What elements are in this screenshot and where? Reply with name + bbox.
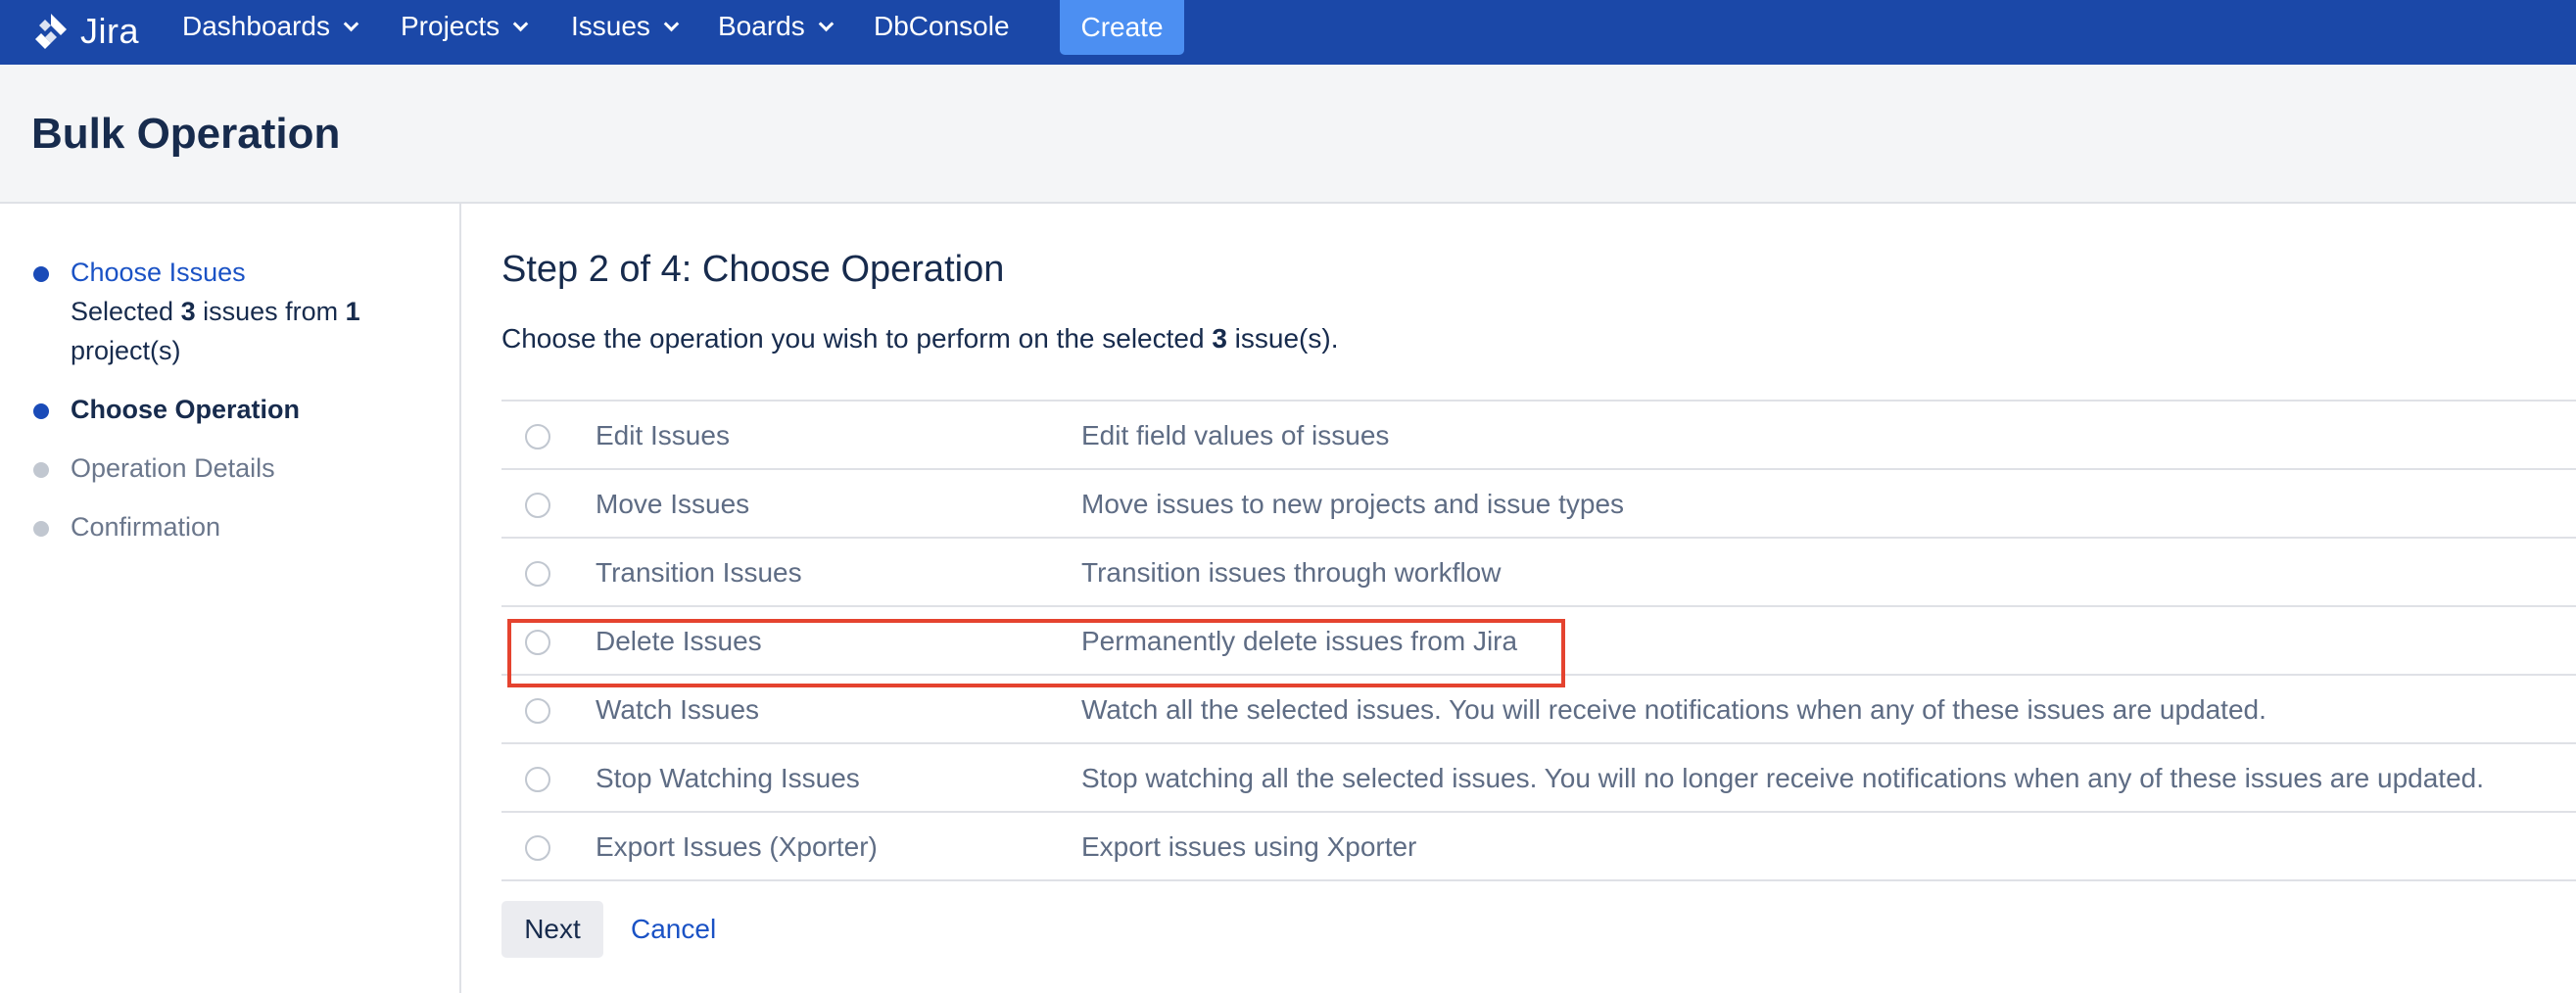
step-inactive-dot	[33, 462, 49, 478]
create-button[interactable]: Create	[1060, 0, 1184, 55]
step-title: Step 2 of 4: Choose Operation	[501, 249, 1005, 290]
chevron-down-icon	[512, 16, 529, 31]
operation-name[interactable]: Move Issues	[596, 489, 749, 520]
nav-issues[interactable]: Issues	[571, 0, 680, 53]
step-description: Choose the operation you wish to perform…	[501, 323, 1338, 355]
chevron-down-icon	[663, 16, 680, 31]
step-active-dot	[33, 266, 49, 282]
nav-dashboards-label: Dashboards	[182, 11, 330, 41]
operation-row-watch[interactable]: Watch Issues Watch all the selected issu…	[501, 676, 2576, 744]
wizard-steps: Choose Issues Selected 3 issues from 1 p…	[0, 204, 461, 993]
step-operation-details-label: Operation Details	[71, 453, 275, 483]
step-inactive-dot	[33, 521, 49, 537]
nav-boards-label: Boards	[718, 11, 805, 41]
nav-projects[interactable]: Projects	[401, 0, 529, 53]
operation-name[interactable]: Edit Issues	[596, 420, 730, 451]
step-choose-issues-summary: Selected 3 issues from 1 project(s)	[71, 292, 443, 370]
summary-issue-count: 3	[180, 297, 196, 326]
jira-logo-text: Jira	[80, 11, 140, 51]
nav-projects-label: Projects	[401, 11, 501, 41]
cancel-link[interactable]: Cancel	[631, 914, 716, 945]
operation-name[interactable]: Export Issues (Xporter)	[596, 831, 878, 863]
operations-table: Edit Issues Edit field values of issues …	[501, 400, 2576, 881]
jira-logo[interactable]: Jira	[31, 8, 139, 55]
summary-prefix: Selected	[71, 297, 181, 326]
nav-dbconsole-label: DbConsole	[874, 11, 1010, 41]
operation-description: Move issues to new projects and issue ty…	[1081, 489, 1625, 519]
operation-row-edit[interactable]: Edit Issues Edit field values of issues	[501, 402, 2576, 470]
operation-row-move[interactable]: Move Issues Move issues to new projects …	[501, 470, 2576, 539]
page-header: Bulk Operation	[0, 65, 2576, 204]
operation-description: Transition issues through workflow	[1081, 557, 1502, 588]
top-nav: Jira Dashboards Projects Issues Boards D…	[0, 0, 2576, 65]
operation-row-stop-watching[interactable]: Stop Watching Issues Stop watching all t…	[501, 744, 2576, 813]
desc-suffix: issue(s).	[1226, 323, 1339, 354]
operation-description: Stop watching all the selected issues. Y…	[1081, 763, 2484, 793]
operation-radio[interactable]	[525, 835, 550, 861]
operation-name[interactable]: Delete Issues	[596, 626, 762, 657]
desc-prefix: Choose the operation you wish to perform…	[501, 323, 1213, 354]
operation-description: Export issues using Xporter	[1081, 831, 1417, 862]
step-choose-issues-label[interactable]: Choose Issues	[71, 253, 246, 292]
operation-radio[interactable]	[525, 424, 550, 449]
operation-description: Edit field values of issues	[1081, 420, 1390, 450]
nav-dashboards[interactable]: Dashboards	[182, 0, 359, 53]
operation-radio[interactable]	[525, 561, 550, 587]
chevron-down-icon	[343, 16, 359, 31]
main-content: Step 2 of 4: Choose Operation Choose the…	[501, 204, 2576, 993]
jira-logo-icon	[35, 14, 67, 49]
operation-description: Permanently delete issues from Jira	[1081, 626, 1518, 656]
operation-name[interactable]: Transition Issues	[596, 557, 802, 589]
operation-row-delete[interactable]: Delete Issues Permanently delete issues …	[501, 607, 2576, 676]
operation-name[interactable]: Watch Issues	[596, 694, 759, 726]
nav-issues-label: Issues	[571, 11, 650, 41]
next-button[interactable]: Next	[501, 901, 603, 958]
step-choose-operation-label: Choose Operation	[71, 395, 301, 424]
operation-name[interactable]: Stop Watching Issues	[596, 763, 860, 794]
step-confirmation-label: Confirmation	[71, 512, 221, 542]
operation-radio[interactable]	[525, 630, 550, 655]
summary-suffix: project(s)	[71, 336, 181, 365]
summary-mid: issues from	[195, 297, 346, 326]
operation-radio[interactable]	[525, 767, 550, 792]
operation-description: Watch all the selected issues. You will …	[1081, 694, 2266, 725]
page-title: Bulk Operation	[31, 110, 341, 158]
operation-radio[interactable]	[525, 493, 550, 518]
nav-boards[interactable]: Boards	[718, 0, 834, 53]
operation-radio[interactable]	[525, 698, 550, 724]
desc-issue-count: 3	[1212, 323, 1227, 354]
operation-row-transition[interactable]: Transition Issues Transition issues thro…	[501, 539, 2576, 607]
operation-row-export-xporter[interactable]: Export Issues (Xporter) Export issues us…	[501, 813, 2576, 881]
nav-dbconsole[interactable]: DbConsole	[874, 0, 1010, 53]
chevron-down-icon	[818, 16, 834, 31]
summary-project-count: 1	[345, 297, 360, 326]
step-active-dot	[33, 403, 49, 419]
